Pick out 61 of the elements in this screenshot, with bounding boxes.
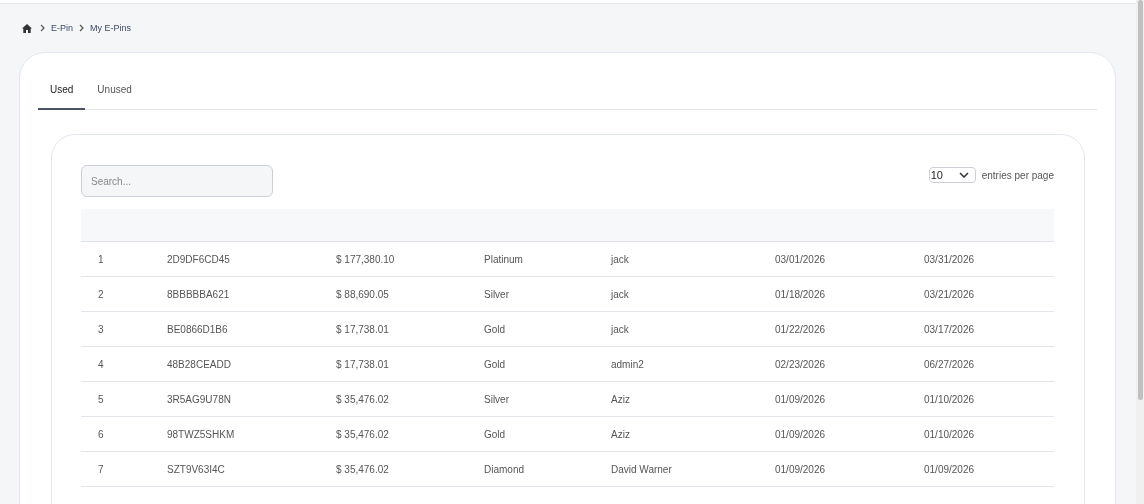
table-cell: Aziz [611,428,630,440]
table-cell: 01/10/2026 [924,393,975,405]
table-cell: $ 17,738.01 [336,358,389,370]
table-cell: 03/17/2026 [924,323,975,335]
table-cell: $ 35,476.02 [336,393,389,405]
table-cell: 01/09/2026 [775,393,826,405]
breadcrumb-link[interactable]: My E-Pins [90,23,132,33]
table-cell: 03/01/2026 [775,253,826,265]
table-cell: Platinum [484,253,523,265]
table-cell: 2 [98,288,104,300]
table-cell: 98TWZ5SHKM [167,428,235,440]
table-cell: 2D9DF6CD45 [167,253,230,265]
table-cell: Diamond [484,463,525,475]
table-cell: 6 [98,428,104,440]
table-cell: 01/09/2026 [775,428,826,440]
table-cell: 5 [98,393,104,405]
table-cell: jack [611,323,629,335]
table-cell: jack [611,288,629,300]
table-cell: Silver [484,288,509,300]
table-cell: 1 [98,253,104,265]
table-cell: 03/21/2026 [924,288,975,300]
table-cell: $ 35,476.02 [336,463,389,475]
table-cell: 01/18/2026 [775,288,826,300]
table-cell: 02/23/2026 [775,358,826,370]
table-cell: $ 35,476.02 [336,428,389,440]
breadcrumb-link[interactable]: E-Pin [51,23,73,33]
table-cell: David Warner [611,463,672,475]
tab[interactable]: Used [38,75,86,110]
table-cell: $ 17,738.01 [336,323,389,335]
table-cell: $ 177,380.10 [336,253,395,265]
table-cell: 3R5AG9U78N [167,393,231,405]
table-cell: admin2 [611,358,644,370]
table-cell: jack [611,253,629,265]
table-cell: 48B28CEADD [167,358,231,370]
home-icon[interactable] [22,23,32,33]
entries-per-page-label: entries per page [981,169,1054,181]
search-field[interactable]: Search... [81,165,273,197]
table-cell: 01/10/2026 [924,428,975,440]
table-cell: SZT9V63I4C [167,463,225,475]
chevron-right-icon [40,24,45,32]
page-size-select[interactable]: 10 [928,167,976,183]
table-cell: Aziz [611,393,630,405]
table-cell: BE0866D1B6 [167,323,228,335]
table-cell: Silver [484,393,509,405]
table-cell: 06/27/2026 [924,358,975,370]
tab[interactable]: Unused [85,75,144,109]
table-cell: 4 [98,358,104,370]
table-cell: Gold [484,358,506,370]
table-cell: 01/22/2026 [775,323,826,335]
table-cell: 03/31/2026 [924,253,975,265]
table-cell: 7 [98,463,104,475]
table-cell: $ 88,690.05 [336,288,389,300]
chevron-right-icon [79,24,84,32]
table-cell: Gold [484,323,506,335]
table-cell: 01/09/2026 [924,463,975,475]
table-cell: 8BBBBBA621 [167,288,230,300]
table-cell: Gold [484,428,506,440]
table-cell: 01/09/2026 [775,463,826,475]
chevron-down-icon [958,172,969,178]
scrollbar[interactable] [1136,0,1144,504]
table-cell: 3 [98,323,104,335]
